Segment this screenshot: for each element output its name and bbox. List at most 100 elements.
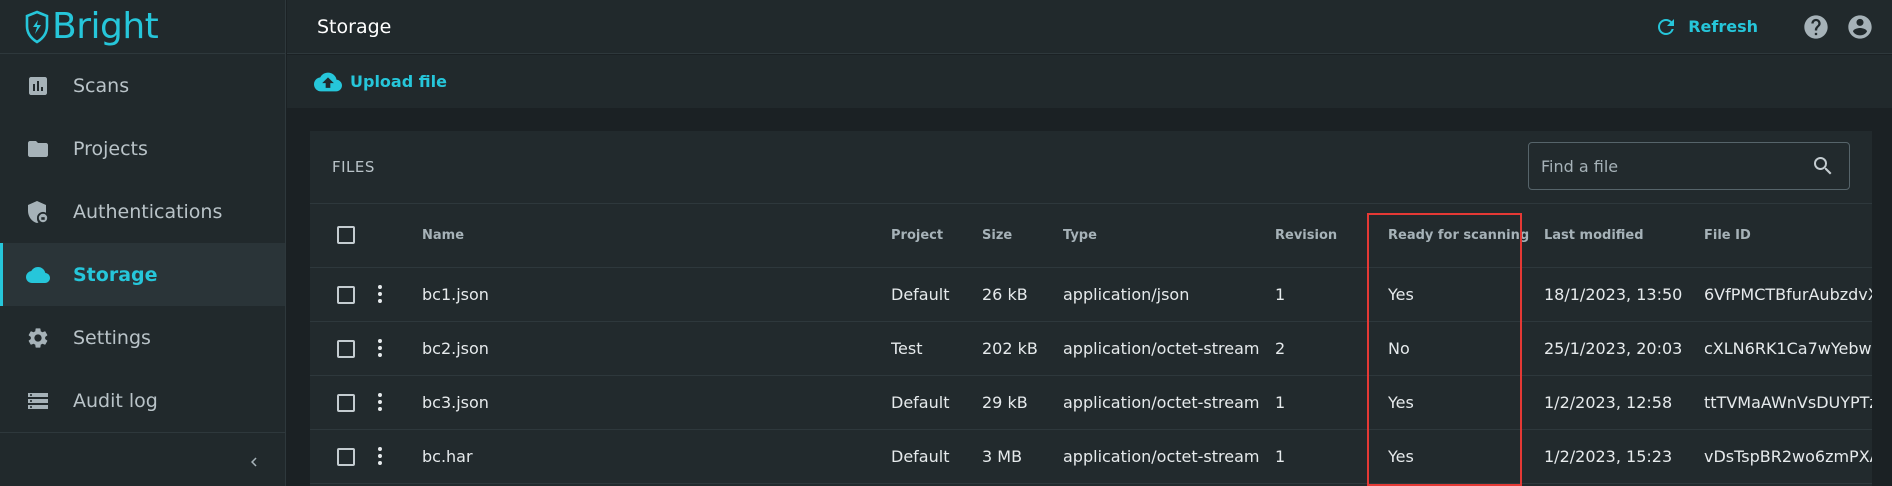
folder-icon [25,136,51,162]
sidebar-item-authentications[interactable]: Authentications [0,180,285,243]
upload-file-label: Upload file [350,72,447,91]
cell-name: bc2.json [422,338,489,358]
row-checkbox[interactable] [337,285,355,304]
help-icon [1804,14,1828,39]
cell-revision: 1 [1275,392,1286,412]
more-vert-icon[interactable] [370,444,390,468]
top-bar: Storage Refresh [287,0,1892,54]
files-card-header: FILES [310,131,1872,204]
cell-ready: Yes [1388,446,1414,466]
table-row[interactable]: bc.har Default 3 MB application/octet-st… [310,429,1872,483]
cell-size: 202 kB [982,338,1038,358]
cell-ready: Yes [1388,392,1414,412]
column-header-name[interactable]: Name [422,204,891,267]
account-button[interactable] [1846,13,1874,41]
cell-size: 29 kB [982,392,1028,412]
cell-project: Test [891,338,923,358]
more-vert-icon[interactable] [370,390,390,414]
cell-revision: 1 [1275,446,1286,466]
header-actions: Refresh [1654,13,1874,41]
refresh-icon [1658,18,1675,35]
row-checkbox[interactable] [337,393,355,412]
cell-type: application/octet-stream [1063,392,1260,412]
cell-file-id: vDsTspBR2wo6zmPXA [1704,446,1872,466]
select-all-checkbox[interactable] [337,226,355,245]
sidebar-item-projects[interactable]: Projects [0,117,285,180]
header-select-cell [310,204,370,267]
refresh-button[interactable]: Refresh [1654,15,1758,39]
sidebar-item-label: Audit log [73,389,158,412]
files-title: FILES [332,158,375,176]
shield-lock-icon [25,199,51,225]
sidebar-item-settings[interactable]: Settings [0,306,285,369]
row-checkbox[interactable] [337,339,355,358]
logo[interactable]: Bright [0,0,285,54]
column-header-size[interactable]: Size [982,204,1063,267]
cell-revision: 2 [1275,338,1286,358]
cell-file-id: 6VfPMCTBfurAubzdvX [1704,284,1872,304]
search-icon[interactable] [1811,154,1835,178]
cell-last-modified: 1/2/2023, 12:58 [1544,392,1673,412]
sidebar-item-label: Scans [73,74,130,97]
column-header-file-id[interactable]: File ID [1704,204,1872,267]
cell-last-modified: 18/1/2023, 13:50 [1544,284,1683,304]
collapse-sidebar-button[interactable] [242,450,266,474]
table-row[interactable]: bc3.json Default 29 kB application/octet… [310,375,1872,429]
cell-name: bc3.json [422,392,489,412]
sidebar: Bright Scans Projects Authentications St… [0,0,286,486]
sidebar-item-storage[interactable]: Storage [0,243,285,306]
column-header-project[interactable]: Project [891,204,982,267]
gear-icon [25,325,51,351]
cell-name: bc.har [422,446,473,466]
row-select-cell [310,429,370,483]
cell-size: 26 kB [982,284,1028,304]
files-card: FILES Name Project Size Type Revision Re… [310,131,1872,486]
brand-name: Bright [52,5,159,47]
table-row[interactable]: bc2.json Test 202 kB application/octet-s… [310,321,1872,375]
table-row[interactable]: bc1.json Default 26 kB application/json … [310,267,1872,321]
row-checkbox[interactable] [337,447,355,466]
cell-size: 3 MB [982,446,1023,466]
bright-logo-icon [25,10,49,44]
bar-chart-icon [25,73,51,99]
cell-ready: Yes [1388,284,1414,304]
column-header-last-modified[interactable]: Last modified [1544,204,1704,267]
cell-type: application/json [1063,284,1190,304]
page-title: Storage [317,15,392,38]
row-menu-cell [370,321,422,375]
sidebar-item-label: Projects [73,137,148,160]
column-header-ready[interactable]: Ready for scanning [1376,204,1544,267]
search-input[interactable] [1529,143,1811,189]
cell-revision: 1 [1275,284,1286,304]
sidebar-item-audit-log[interactable]: Audit log [0,369,285,432]
row-select-cell [310,267,370,321]
row-menu-cell [370,429,422,483]
table-header-row: Name Project Size Type Revision Ready fo… [310,204,1872,267]
files-table: Name Project Size Type Revision Ready fo… [310,204,1872,484]
row-menu-cell [370,267,422,321]
sidebar-nav: Scans Projects Authentications Storage S… [0,54,285,432]
more-vert-icon[interactable] [370,336,390,360]
column-header-type[interactable]: Type [1063,204,1275,267]
sidebar-item-label: Settings [73,326,151,349]
cell-last-modified: 25/1/2023, 20:03 [1544,338,1683,358]
cell-last-modified: 1/2/2023, 15:23 [1544,446,1673,466]
cell-type: application/octet-stream [1063,338,1260,358]
row-menu-cell [370,375,422,429]
chevron-left-icon [251,457,257,467]
refresh-label: Refresh [1688,17,1758,36]
cell-file-id: ttTVMaAWnVsDUYPTz [1704,392,1872,412]
cell-project: Default [891,284,950,304]
cell-file-id: cXLN6RK1Ca7wYebwC [1704,338,1872,358]
cell-project: Default [891,446,950,466]
header-actions-cell [370,204,422,267]
row-select-cell [310,321,370,375]
list-icon [25,388,51,414]
cell-ready: No [1388,338,1410,358]
sidebar-item-scans[interactable]: Scans [0,54,285,117]
account-circle-icon [1848,14,1872,39]
more-vert-icon[interactable] [370,282,390,306]
column-header-revision[interactable]: Revision [1275,204,1376,267]
help-button[interactable] [1802,13,1830,41]
upload-file-button[interactable]: Upload file [314,68,447,96]
